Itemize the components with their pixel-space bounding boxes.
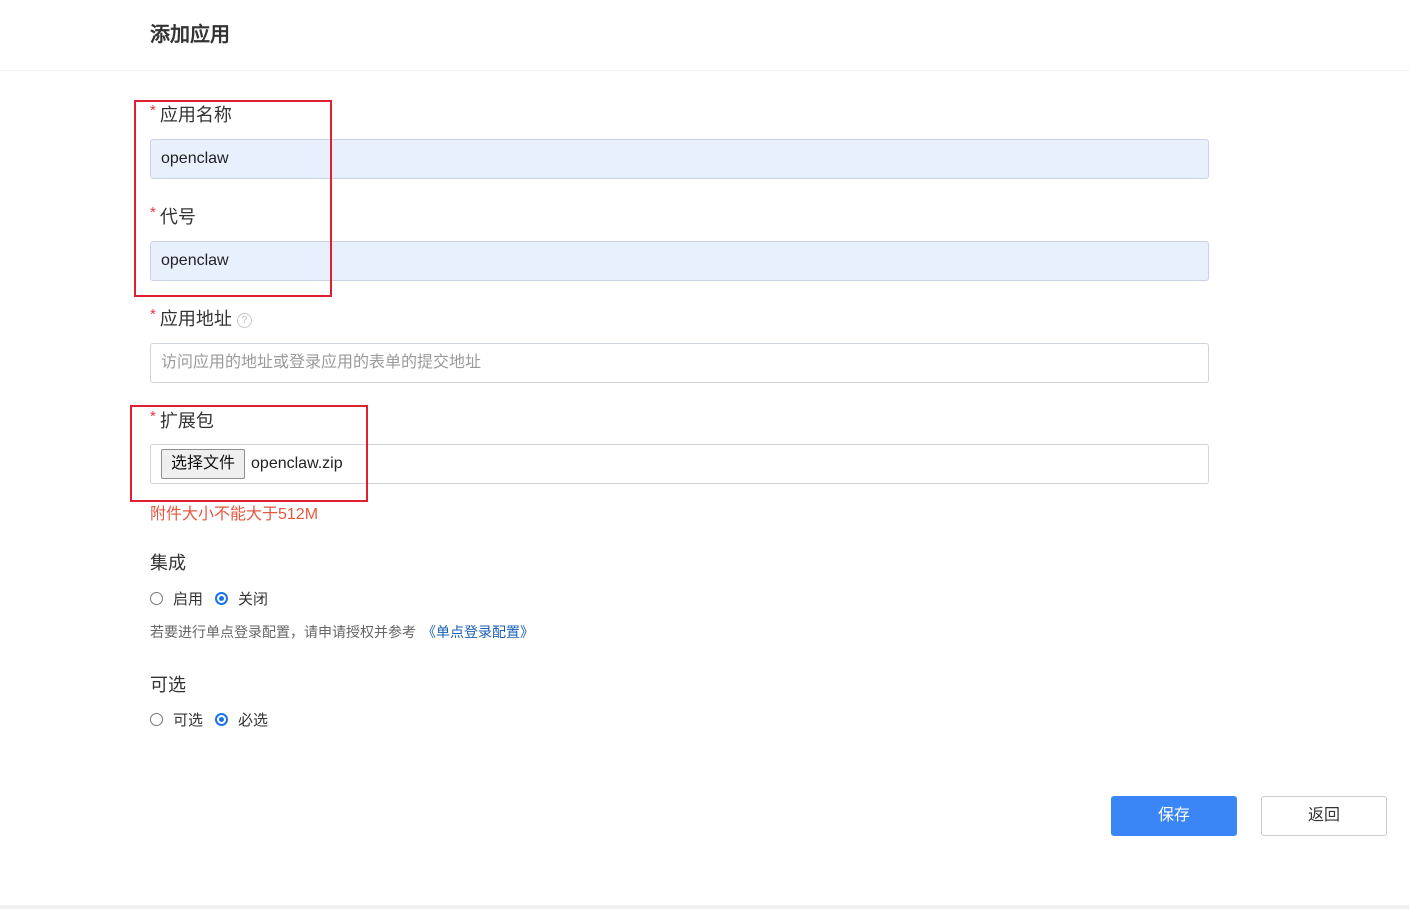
app-name-label: * 应用名称 xyxy=(150,102,232,126)
integration-label: 集成 xyxy=(150,553,186,573)
sso-config-link[interactable]: 《单点登录配置》 xyxy=(422,624,534,640)
optional-option-label: 必选 xyxy=(238,712,269,729)
radio-checked-icon[interactable] xyxy=(215,592,229,605)
optional-radio-group: 可选 必选 xyxy=(150,709,280,730)
integration-option-label: 启用 xyxy=(173,591,204,608)
radio-unchecked-icon[interactable] xyxy=(150,713,163,726)
page-title: 添加应用 xyxy=(150,24,230,46)
code-label-text: 代号 xyxy=(159,207,196,227)
integration-radio-group: 启用 关闭 xyxy=(150,588,280,609)
package-label: * 扩展包 xyxy=(150,408,214,432)
back-button[interactable]: 返回 xyxy=(1261,796,1387,836)
radio-unchecked-icon[interactable] xyxy=(150,592,163,605)
optional-option-label: 可选 xyxy=(173,712,204,729)
required-mark: * xyxy=(150,204,156,221)
integration-option-label: 关闭 xyxy=(238,591,269,608)
save-button[interactable]: 保存 xyxy=(1111,796,1237,836)
app-url-label: * 应用地址 ? xyxy=(150,306,252,330)
required-mark: * xyxy=(150,408,156,425)
selected-file-name: openclaw.zip xyxy=(251,455,343,472)
optional-option-required[interactable]: 必选 xyxy=(215,709,268,730)
sso-hint-text: 若要进行单点登录配置，请申请授权并参考 xyxy=(150,624,416,640)
app-name-input[interactable]: openclaw xyxy=(150,139,1209,179)
app-url-label-text: 应用地址 xyxy=(159,309,232,329)
required-mark: * xyxy=(150,102,156,119)
app-name-label-text: 应用名称 xyxy=(159,105,232,125)
package-label-text: 扩展包 xyxy=(159,411,214,431)
page-header: 添加应用 xyxy=(0,0,1409,71)
help-icon[interactable]: ? xyxy=(236,312,252,328)
app-url-input[interactable]: 访问应用的地址或登录应用的表单的提交地址 xyxy=(150,343,1209,383)
optional-label: 可选 xyxy=(150,675,186,695)
package-file-input: 选择文件 openclaw.zip xyxy=(150,444,1209,484)
integration-option-enable[interactable]: 启用 xyxy=(150,588,203,609)
integration-option-disable[interactable]: 关闭 xyxy=(215,588,268,609)
radio-checked-icon[interactable] xyxy=(215,713,229,726)
required-mark: * xyxy=(150,306,156,323)
sso-hint: 若要进行单点登录配置，请申请授权并参考 《单点登录配置》 xyxy=(150,622,534,642)
optional-option-optional[interactable]: 可选 xyxy=(150,709,203,730)
code-label: * 代号 xyxy=(150,204,196,228)
bottom-divider xyxy=(0,905,1409,909)
code-input[interactable]: openclaw xyxy=(150,241,1209,281)
choose-file-button[interactable]: 选择文件 xyxy=(161,449,246,479)
file-size-hint: 附件大小不能大于512M xyxy=(150,506,319,523)
